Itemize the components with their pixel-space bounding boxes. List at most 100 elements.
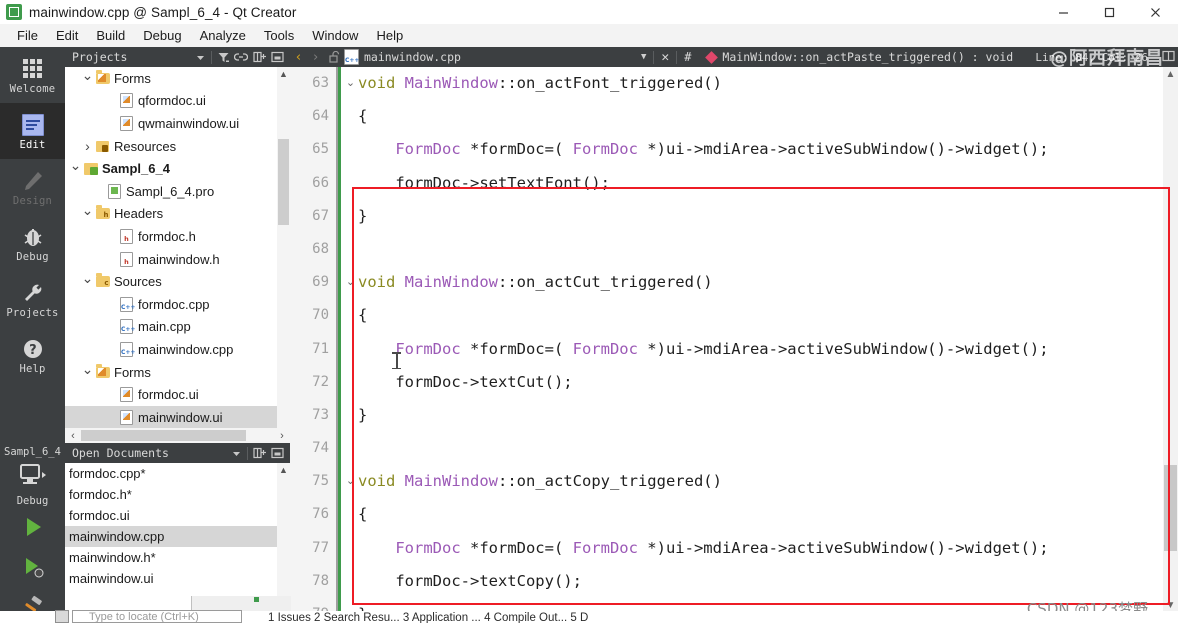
scroll-up-arrow-icon[interactable]: ▲ (277, 463, 290, 477)
link-icon[interactable] (232, 47, 250, 67)
tree-item-mainwindow-h[interactable]: h mainwindow.h (65, 248, 290, 271)
minimize-icon[interactable] (1040, 0, 1086, 24)
search-input[interactable]: Type to locate (Ctrl+K) (72, 610, 242, 623)
scrollbar-thumb-h[interactable] (81, 430, 246, 441)
editor-filename[interactable]: mainwindow.cpp (364, 50, 461, 64)
code-line[interactable]: FormDoc *formDoc=( FormDoc *)ui->mdiArea… (358, 133, 1178, 166)
chevron-down-icon[interactable]: ▼ (641, 52, 646, 62)
editor-symbol-selector[interactable]: MainWindow::on_actPaste_triggered() : vo… (722, 50, 1013, 64)
code-line[interactable] (358, 432, 1178, 465)
menu-item-analyze[interactable]: Analyze (191, 26, 255, 45)
desktop-monitor-icon[interactable] (0, 458, 65, 492)
menu-item-debug[interactable]: Debug (134, 26, 190, 45)
chevron-down-icon[interactable] (81, 273, 94, 290)
mode-item-edit[interactable]: Edit (0, 103, 65, 159)
chevron-down-icon[interactable] (81, 205, 94, 222)
project-tree[interactable]: Forms qformdoc.ui qwmainwindow.ui Resources… (65, 67, 290, 439)
code-line[interactable]: { (358, 100, 1178, 133)
code-text-area[interactable]: void MainWindow::on_actFont_triggered(){… (358, 67, 1178, 613)
chevron-down-icon[interactable] (69, 160, 82, 177)
tree-item-mainwindow-cpp[interactable]: C++ mainwindow.cpp (65, 338, 290, 361)
code-line[interactable]: void MainWindow::on_actCut_triggered() (358, 266, 1178, 299)
fold-toggle-icon[interactable]: ⌄ (345, 476, 356, 487)
code-line[interactable]: formDoc->textCopy(); (358, 565, 1178, 598)
open-document-item[interactable]: mainwindow.cpp (65, 526, 290, 547)
code-line[interactable]: { (358, 299, 1178, 332)
maximize-icon[interactable] (1086, 0, 1132, 24)
debug-play-icon[interactable] (0, 547, 65, 587)
minimize-panel-icon[interactable] (268, 47, 286, 67)
forward-arrow-icon[interactable]: › (307, 50, 324, 65)
close-icon[interactable]: ✕ (661, 50, 669, 65)
open-document-item[interactable]: formdoc.ui (65, 505, 290, 526)
open-documents-list[interactable]: formdoc.cpp* formdoc.h* formdoc.ui mainwind… (65, 463, 290, 613)
output-pane-buttons[interactable]: 1 Issues 2 Search Resu... 3 Application … (268, 612, 588, 623)
chevron-down-icon[interactable] (81, 70, 94, 87)
code-line[interactable]: void MainWindow::on_actFont_triggered() (358, 67, 1178, 100)
open-document-item[interactable]: mainwindow.ui (65, 568, 290, 589)
scroll-up-arrow-icon[interactable]: ▲ (1163, 67, 1178, 82)
tree-item-main-cpp[interactable]: C++ main.cpp (65, 316, 290, 339)
code-line[interactable]: FormDoc *formDoc=( FormDoc *)ui->mdiArea… (358, 532, 1178, 565)
code-line[interactable]: } (358, 200, 1178, 233)
project-tree-vertical-scrollbar[interactable]: ▲ ▼ (277, 67, 290, 439)
tree-item-formdoc-h[interactable]: h formdoc.h (65, 225, 290, 248)
run-play-icon[interactable] (0, 507, 65, 547)
chevron-down-icon[interactable] (191, 47, 209, 67)
code-editor[interactable]: 6364656667686970717273747576777879808182… (290, 67, 1178, 613)
open-document-item[interactable]: formdoc.cpp* (65, 463, 290, 484)
chevron-right-icon[interactable] (81, 138, 94, 154)
filter-icon[interactable] (214, 47, 232, 67)
code-line[interactable]: formDoc->setTextFont(); (358, 167, 1178, 200)
menu-item-help[interactable]: Help (367, 26, 412, 45)
scroll-up-arrow-icon[interactable]: ▲ (277, 67, 290, 81)
scroll-left-arrow-icon[interactable]: ‹ (65, 428, 81, 443)
split-icon[interactable] (250, 47, 268, 67)
menu-item-edit[interactable]: Edit (47, 26, 87, 45)
tree-item-resources[interactable]: Resources (65, 135, 290, 158)
menu-item-build[interactable]: Build (87, 26, 134, 45)
code-line[interactable]: formDoc->textCut(); (358, 366, 1178, 399)
mode-item-welcome[interactable]: Welcome (0, 47, 65, 103)
back-arrow-icon[interactable]: ‹ (290, 50, 307, 65)
mode-item-help[interactable]: ? Help (0, 327, 65, 383)
code-line[interactable]: FormDoc *formDoc=( FormDoc *)ui->mdiArea… (358, 333, 1178, 366)
menu-item-window[interactable]: Window (303, 26, 367, 45)
open-document-item[interactable]: formdoc.h* (65, 484, 290, 505)
editor-vertical-scrollbar[interactable]: ▲ ▼ (1163, 67, 1178, 613)
project-tree-horizontal-scrollbar[interactable]: ‹ › (65, 428, 290, 443)
code-line[interactable] (358, 233, 1178, 266)
open-documents-scrollbar[interactable]: ▲ ▼ (277, 463, 290, 613)
menu-item-file[interactable]: File (8, 26, 47, 45)
mode-item-projects[interactable]: Projects (0, 271, 65, 327)
fold-toggle-icon[interactable]: ⌄ (345, 277, 356, 288)
minimize-panel-icon[interactable] (268, 443, 286, 463)
code-folding-column[interactable]: ⌄⌄⌄⌄ (342, 67, 358, 613)
code-line[interactable]: { (358, 498, 1178, 531)
tree-item-formdoc-ui[interactable]: formdoc.ui (65, 383, 290, 406)
scroll-right-arrow-icon[interactable]: › (274, 428, 290, 443)
mode-item-debug[interactable]: Debug (0, 215, 65, 271)
output-pane-toggle-icon[interactable] (55, 610, 69, 623)
tree-item-sampl-6-4[interactable]: Sampl_6_4 (65, 157, 290, 180)
scrollbar-thumb[interactable] (278, 139, 289, 225)
close-icon[interactable] (1132, 0, 1178, 24)
tree-item-sources[interactable]: cSources (65, 270, 290, 293)
menu-item-tools[interactable]: Tools (255, 26, 303, 45)
tree-item-forms[interactable]: Forms (65, 67, 290, 90)
kit-label[interactable]: Sampl_6_4 (0, 443, 65, 458)
tree-item-qformdoc-ui[interactable]: qformdoc.ui (65, 90, 290, 113)
tree-item-forms[interactable]: Forms (65, 361, 290, 384)
code-line[interactable]: } (358, 399, 1178, 432)
tree-item-mainwindow-ui[interactable]: mainwindow.ui (65, 405, 290, 429)
tree-item-sampl-6-4-pro[interactable]: Sampl_6_4.pro (65, 180, 290, 203)
mode-item-design[interactable]: Design (0, 159, 65, 215)
tree-item-formdoc-cpp[interactable]: C++ formdoc.cpp (65, 293, 290, 316)
tree-item-qwmainwindow-ui[interactable]: qwmainwindow.ui (65, 112, 290, 135)
chevron-down-icon[interactable] (227, 443, 245, 463)
unlock-icon[interactable] (324, 51, 344, 63)
fold-toggle-icon[interactable]: ⌄ (345, 78, 356, 89)
chevron-down-icon[interactable] (81, 364, 94, 381)
split-icon[interactable] (250, 443, 268, 463)
open-document-item[interactable]: mainwindow.h* (65, 547, 290, 568)
